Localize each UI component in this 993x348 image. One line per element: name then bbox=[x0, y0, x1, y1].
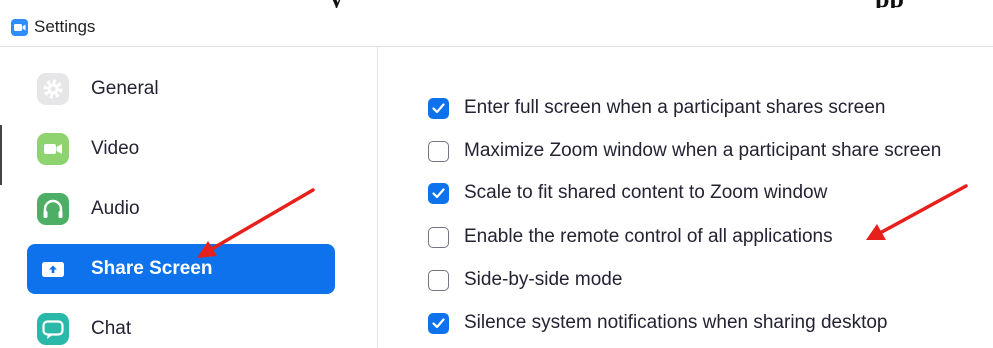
chat-bubble-icon bbox=[37, 313, 69, 345]
option-label: Enter full screen when a participant sha… bbox=[464, 97, 886, 118]
sidebar-item-chat[interactable]: Chat bbox=[27, 304, 335, 348]
sidebar-item-label: Share Screen bbox=[91, 258, 213, 279]
checkbox-checked[interactable] bbox=[428, 183, 449, 204]
option-label: Side-by-side mode bbox=[464, 269, 623, 290]
share-screen-settings-panel: Enter full screen when a participant sha… bbox=[378, 47, 993, 348]
checkmark-icon bbox=[432, 103, 445, 114]
checkmark-icon bbox=[432, 318, 445, 329]
gear-icon bbox=[37, 73, 69, 105]
checkbox-unchecked[interactable] bbox=[428, 270, 449, 291]
sidebar-item-general[interactable]: General bbox=[27, 64, 335, 114]
heading-fragment-left: y bbox=[330, 0, 343, 8]
sidebar-item-audio[interactable]: Audio bbox=[27, 184, 335, 234]
sidebar-item-label: Audio bbox=[91, 198, 140, 219]
sidebar-item-video[interactable]: Video bbox=[27, 124, 335, 174]
share-screen-icon bbox=[37, 253, 69, 285]
option-label: Scale to fit shared content to Zoom wind… bbox=[464, 182, 828, 203]
checkbox-checked[interactable] bbox=[428, 98, 449, 119]
zoom-camera-icon bbox=[11, 19, 28, 36]
option-label: Enable the remote control of all applica… bbox=[464, 226, 833, 247]
checkbox-checked[interactable] bbox=[428, 313, 449, 334]
sidebar-item-share-screen[interactable]: Share Screen bbox=[27, 244, 335, 294]
option-label: Maximize Zoom window when a participant … bbox=[464, 140, 942, 161]
video-camera-icon bbox=[37, 133, 69, 165]
heading-fragment-right: pp bbox=[875, 0, 904, 8]
sidebar-item-label: General bbox=[91, 78, 159, 99]
window-title: Settings bbox=[34, 17, 96, 36]
screenshot-root: y pp Settings General bbox=[0, 0, 993, 348]
sidebar-item-label: Video bbox=[91, 138, 140, 159]
checkmark-icon bbox=[432, 188, 445, 199]
sidebar-item-label: Chat bbox=[91, 318, 132, 339]
window-edge-mark bbox=[0, 125, 2, 185]
checkbox-unchecked[interactable] bbox=[428, 141, 449, 162]
checkbox-unchecked[interactable] bbox=[428, 227, 449, 248]
headphones-icon bbox=[37, 193, 69, 225]
window-titlebar: Settings bbox=[0, 8, 993, 47]
cropped-article-heading: y pp bbox=[330, 0, 993, 8]
option-label: Silence system notifications when sharin… bbox=[464, 312, 888, 333]
settings-sidebar: General Video Audio Share Screen Chat bbox=[0, 47, 378, 348]
